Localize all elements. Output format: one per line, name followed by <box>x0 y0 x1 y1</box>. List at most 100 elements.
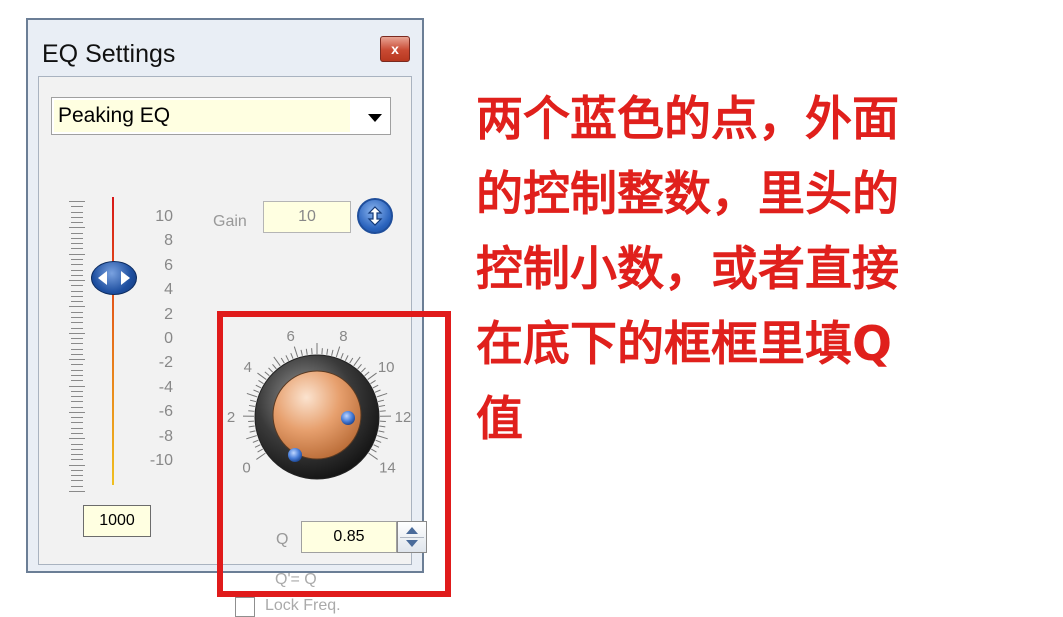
slider-tick <box>71 391 83 392</box>
annotation-line-5: 值 <box>476 382 1036 457</box>
slider-tick <box>71 401 83 402</box>
slider-scale-label: 0 <box>143 331 173 347</box>
slider-tick <box>71 270 83 271</box>
slider-tick <box>71 206 83 207</box>
gain-slider-thumb[interactable] <box>91 261 137 295</box>
q-label: Q <box>276 531 288 549</box>
settings-panel: Peaking EQ 1086420-2-4-6-8-10 1000 Gain … <box>38 76 412 565</box>
slider-tick <box>71 444 83 445</box>
spin-down-icon[interactable] <box>406 540 418 547</box>
slider-scale-label: 4 <box>143 282 173 298</box>
slider-tick <box>71 396 83 397</box>
slider-tick <box>71 454 83 455</box>
slider-tick <box>69 491 85 492</box>
q-value-input[interactable]: 0.85 <box>301 521 397 553</box>
slider-tick <box>71 417 83 418</box>
slider-tick <box>71 328 83 329</box>
slider-tick <box>69 201 85 202</box>
slider-tick <box>71 233 83 234</box>
slider-tick <box>71 370 83 371</box>
annotation-line-4: 在底下的框框里填Q <box>476 307 1036 382</box>
slider-tick <box>71 349 83 350</box>
slider-tick <box>71 480 83 481</box>
slider-tick <box>71 212 83 213</box>
slider-tick <box>71 459 83 460</box>
q-equals-label: Q'= Q <box>275 571 317 589</box>
slider-tick <box>69 306 85 307</box>
slider-tick <box>71 301 83 302</box>
annotation-text: 两个蓝色的点，外面 的控制整数，里头的 控制小数，或者直接 在底下的框框里填Q … <box>476 82 1036 457</box>
slider-scale-label: 6 <box>143 258 173 274</box>
slider-tick <box>71 338 83 339</box>
slider-tick <box>69 280 85 281</box>
slider-tick <box>71 375 83 376</box>
right-arrow-icon <box>121 271 130 285</box>
lock-freq-label: Lock Freq. <box>265 597 341 615</box>
slider-tick <box>71 422 83 423</box>
gain-slider-ticks <box>69 201 85 491</box>
window-title: EQ Settings <box>42 40 175 69</box>
lock-freq-checkbox[interactable] <box>235 597 255 617</box>
slider-tick <box>71 364 83 365</box>
frequency-input[interactable]: 1000 <box>83 505 151 537</box>
slider-tick <box>71 248 83 249</box>
slider-tick <box>71 354 83 355</box>
slider-tick <box>71 475 83 476</box>
slider-scale-label: -8 <box>143 429 173 445</box>
slider-tick <box>71 433 83 434</box>
gain-label: Gain <box>213 213 247 231</box>
slider-tick <box>71 259 83 260</box>
slider-tick <box>71 317 83 318</box>
highlight-box <box>217 311 451 597</box>
filter-type-select[interactable]: Peaking EQ <box>51 97 391 135</box>
slider-tick <box>71 486 83 487</box>
annotation-line-1: 两个蓝色的点，外面 <box>476 82 1036 157</box>
slider-tick <box>71 285 83 286</box>
spin-divider <box>400 537 424 538</box>
slider-tick <box>69 254 85 255</box>
annotation-line-2: 的控制整数，里头的 <box>476 157 1036 232</box>
slider-tick <box>69 412 85 413</box>
slider-tick <box>69 359 85 360</box>
slider-tick <box>69 227 85 228</box>
slider-scale-label: 8 <box>143 233 173 249</box>
slider-tick <box>69 465 85 466</box>
slider-tick <box>71 291 83 292</box>
slider-tick <box>69 333 85 334</box>
up-down-toggle-icon <box>366 206 384 226</box>
gain-slider-track[interactable] <box>112 197 114 485</box>
slider-tick <box>71 343 83 344</box>
chevron-down-icon <box>368 114 382 122</box>
slider-scale-label: -4 <box>143 380 173 396</box>
slider-tick <box>71 322 83 323</box>
slider-scale-label: -6 <box>143 404 173 420</box>
slider-tick <box>71 407 83 408</box>
slider-tick <box>71 222 83 223</box>
slider-tick <box>71 264 83 265</box>
annotation-line-3: 控制小数，或者直接 <box>476 232 1036 307</box>
slider-tick <box>71 275 83 276</box>
slider-tick <box>69 386 85 387</box>
eq-settings-window: EQ Settings x Peaking EQ 10 8 6 4 2 0 -2 -4 -6 -8… <box>26 18 424 573</box>
q-spin-button[interactable] <box>397 521 427 553</box>
gain-toggle-button[interactable] <box>357 198 393 234</box>
title-bar: EQ Settings x <box>28 20 422 72</box>
slider-tick <box>71 470 83 471</box>
slider-tick <box>71 449 83 450</box>
slider-tick <box>71 428 83 429</box>
slider-tick <box>71 312 83 313</box>
left-arrow-icon <box>98 271 107 285</box>
slider-scale-label: -2 <box>143 355 173 371</box>
slider-tick <box>71 243 83 244</box>
filter-type-value: Peaking EQ <box>54 100 350 132</box>
close-button[interactable]: x <box>380 36 410 62</box>
slider-tick <box>71 238 83 239</box>
slider-scale-label: 10 <box>143 209 173 225</box>
spin-up-icon[interactable] <box>406 527 418 534</box>
slider-scale-label: -10 <box>143 453 173 469</box>
slider-scale-label: 2 <box>143 307 173 323</box>
slider-tick <box>71 217 83 218</box>
slider-tick <box>71 296 83 297</box>
close-icon: x <box>391 41 399 57</box>
gain-input[interactable]: 10 <box>263 201 351 233</box>
